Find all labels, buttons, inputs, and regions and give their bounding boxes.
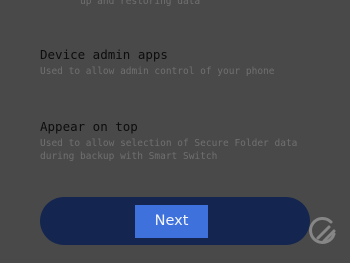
- permission-title: Device admin apps: [40, 47, 168, 62]
- permission-description: Used to allow selection of Secure Folder…: [40, 138, 298, 162]
- permission-appear-on-top: Appear on top Used to allow selection of…: [40, 119, 330, 163]
- permission-device-admin-apps: Device admin apps Used to allow admin co…: [40, 47, 330, 78]
- next-button[interactable]: Next: [135, 205, 208, 238]
- gadgets-logo-icon: [309, 217, 336, 244]
- permission-description: Used to allow admin control of your phon…: [40, 66, 275, 77]
- truncated-description: up and restoring data: [80, 0, 201, 7]
- permission-title: Appear on top: [40, 119, 138, 134]
